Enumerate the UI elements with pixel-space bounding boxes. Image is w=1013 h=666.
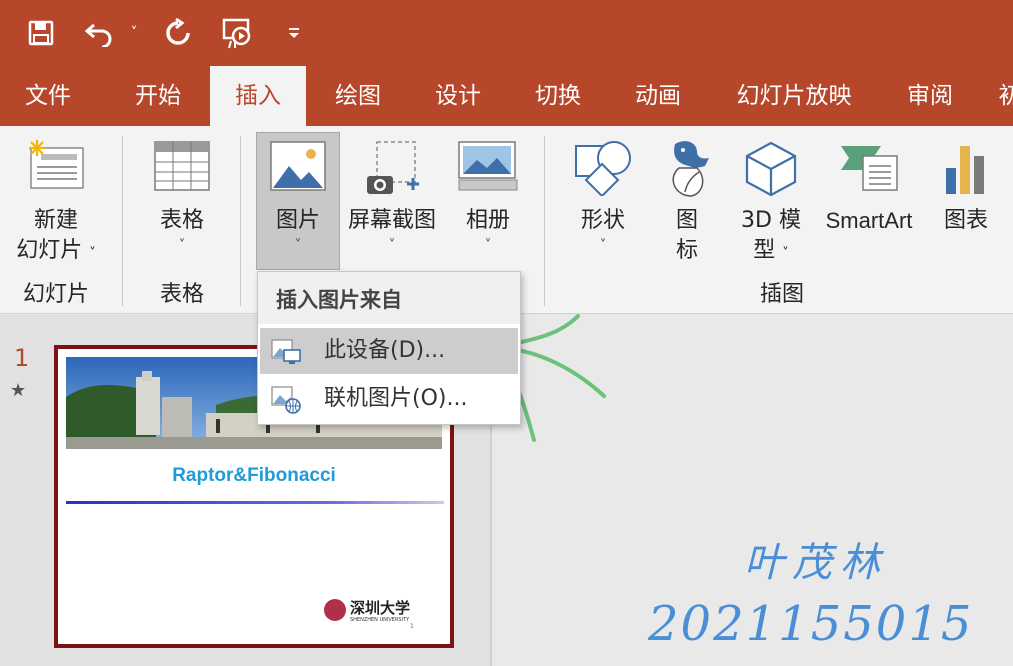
handwritten-name: 叶茂林 (744, 540, 888, 586)
menu-item-this-device-label: 此设备(D)... (324, 338, 446, 363)
tab-file[interactable]: 文件 (0, 66, 96, 126)
photo-album-button[interactable]: 相册 ˅ (448, 140, 528, 256)
university-logo-subtext: SHENZHEN UNIVERSITY (350, 617, 410, 623)
chevron-down-icon: ˅ (599, 238, 607, 253)
slide-number: 1 (14, 344, 30, 372)
present-icon[interactable] (218, 16, 258, 50)
table-button[interactable]: 表格 ˅ (134, 140, 230, 256)
photo-album-icon (458, 141, 518, 191)
slide-page-number: 1 (410, 623, 414, 630)
slide-title: Raptor&Fibonacci (172, 465, 336, 486)
photo-album-label: 相册 (465, 208, 510, 233)
screenshot-label: 屏幕截图 (347, 208, 436, 233)
table-label: 表格 (159, 208, 204, 233)
picture-button[interactable]: 图片 ˅ (256, 140, 340, 256)
handwritten-id: 2021155015 (648, 596, 974, 652)
screenshot-icon (367, 141, 419, 194)
new-slide-label-2: 幻灯片 ˅ (16, 238, 96, 263)
group-label-slides: 幻灯片 (22, 282, 89, 307)
new-slide-button[interactable]: 新建 幻灯片 ˅ (4, 136, 108, 269)
chevron-down-icon: ˅ (178, 238, 186, 253)
customize-icon[interactable] (284, 16, 304, 50)
insert-picture-dropdown: 插入图片来自 此设备(D)... 联机图片(O)... (257, 271, 521, 425)
screenshot-button[interactable]: 屏幕截图 ˅ (342, 140, 442, 256)
undo-icon[interactable] (82, 16, 116, 50)
chevron-down-icon: ˅ (294, 238, 302, 253)
icons-label-2: 标 (675, 238, 698, 263)
3d-models-button[interactable]: 3D 模 型 ˅ (734, 140, 808, 269)
picture-icon (270, 141, 326, 191)
chart-label: 图表 (943, 208, 988, 233)
tab-transitions[interactable]: 切换 (510, 66, 606, 126)
online-pictures-icon (270, 385, 302, 432)
separator (240, 136, 241, 306)
menu-item-this-device[interactable]: 此设备(D)... (260, 328, 518, 374)
tab-draw[interactable]: 绘图 (310, 66, 406, 126)
smartart-label: SmartArt (825, 208, 913, 233)
shapes-button[interactable]: 形状 ˅ (566, 140, 640, 256)
separator (122, 136, 123, 306)
menu-item-online-pictures-label: 联机图片(O)... (324, 386, 468, 411)
animation-star-icon: ★ (10, 380, 27, 401)
new-slide-label-1: 新建 (33, 208, 78, 233)
undo-dropdown-icon[interactable]: ˅ (124, 16, 144, 50)
redo-icon[interactable] (160, 16, 196, 50)
tab-home[interactable]: 开始 (110, 66, 206, 126)
tab-animations[interactable]: 动画 (610, 66, 706, 126)
smartart-icon (841, 146, 898, 191)
tab-slideshow[interactable]: 幻灯片放映 (720, 66, 868, 126)
3d-models-label-1: 3D 模 (741, 208, 801, 233)
tab-review[interactable]: 审阅 (882, 66, 978, 126)
picture-label: 图片 (275, 208, 320, 233)
new-slide-icon (29, 140, 84, 189)
shapes-icon (575, 141, 631, 198)
3d-cube-icon (745, 141, 797, 197)
bar-chart-icon (946, 146, 984, 194)
university-logo-text: 深圳大学 (350, 599, 411, 617)
shapes-label: 形状 (580, 208, 625, 233)
tab-more[interactable]: 初 (990, 66, 1013, 126)
table-icon (154, 141, 210, 191)
save-icon[interactable] (24, 16, 58, 50)
chart-button[interactable]: 图表 (930, 140, 1002, 236)
group-label-illustrations: 插图 (759, 282, 804, 307)
university-seal-icon (324, 599, 346, 621)
chevron-down-icon: ˅ (484, 238, 492, 253)
separator (544, 136, 545, 306)
tab-design[interactable]: 设计 (410, 66, 506, 126)
tab-insert[interactable]: 插入 (210, 66, 306, 126)
group-label-tables: 表格 (159, 282, 204, 307)
icons-icon (672, 141, 709, 197)
smartart-button[interactable]: SmartArt (814, 140, 924, 236)
chevron-down-icon: ˅ (388, 238, 396, 253)
3d-models-label-2: 型 ˅ (753, 238, 789, 263)
dropdown-header: 插入图片来自 (258, 272, 520, 324)
title-underline (66, 501, 444, 504)
icons-label-1: 图 (675, 208, 698, 233)
ribbon-tabs: 文件 开始 插入 绘图 设计 切换 动画 幻灯片放映 审阅 初 (0, 66, 1013, 126)
title-bar: ˅ (0, 0, 1013, 66)
icons-button[interactable]: 图 标 (652, 138, 722, 266)
menu-item-online-pictures[interactable]: 联机图片(O)... (260, 376, 518, 422)
